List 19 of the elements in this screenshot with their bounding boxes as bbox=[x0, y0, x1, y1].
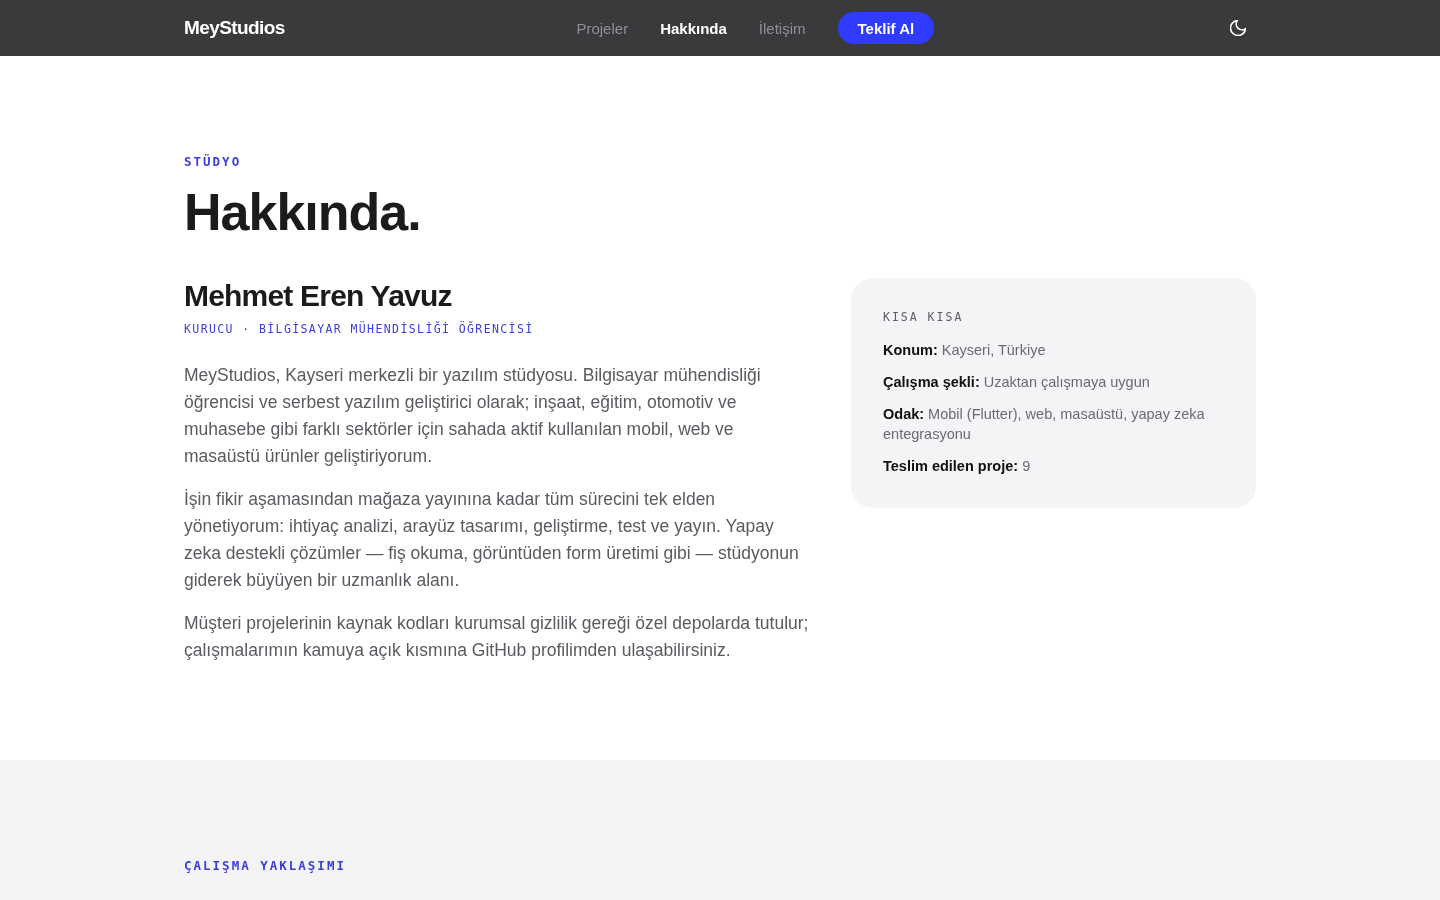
fact-line: Teslim edilen proje: 9 bbox=[883, 458, 1031, 474]
section-eyebrow: ÇALIŞMA YAKLAŞIMI bbox=[184, 857, 347, 875]
about-paragraph: MeyStudios, Kayseri merkezli bir yazılım stüdyosu. Bilgisayar mühendisliği öğrencisi ve serbest yazılım geliştirici olarak; inşaat, eğitim, otomotiv ve muhasebe gibi farklı sektörler için sahada aktif kullanılan mobil, web ve masaüstü ürünler geliştiriyorum. bbox=[184, 364, 762, 468]
fact-line: Odak: Mobil (Flutter), web, masaüstü, yapay zeka entegrasyonu bbox=[883, 406, 1205, 442]
fact-line: Çalışma şekli: Uzaktan çalışmaya uygun bbox=[883, 374, 1150, 390]
nav-link[interactable]: Projeler bbox=[576, 19, 629, 37]
page-title: Hakkında. bbox=[184, 182, 422, 242]
founder-name: Mehmet Eren Yavuz bbox=[184, 278, 453, 314]
moon-icon bbox=[1230, 20, 1246, 36]
logo-link[interactable]: MeyStudios bbox=[184, 17, 285, 39]
about-paragraph: Müşteri projelerinin kaynak kodları kurumsal gizlilik gereği özel depolarda tutulur; çalışmalarımın kamuya açık kısmına GitHub profilimden ulaşabilirsiniz. bbox=[184, 612, 809, 662]
section-eyebrow: STÜDYO bbox=[184, 153, 243, 171]
nav-link[interactable]: Hakkında bbox=[660, 19, 727, 37]
about-paragraph: İşin fikir aşamasından mağaza yayınına kadar tüm sürecini tek elden yönetiyorum: ihtiyaç analizi, arayüz tasarımı, geliştirme, test ve yayın. Yapay zeka destekli çözümler — fiş okuma, görüntüden form üretimi gibi — stüdyonun giderek büyüyen bir uzmanlık alanı. bbox=[184, 488, 800, 592]
fact-line: Konum: Kayseri, Türkiye bbox=[883, 342, 1046, 358]
card-title: KISA KISA bbox=[883, 309, 965, 326]
quote-button[interactable]: Teklif Al bbox=[837, 12, 935, 44]
founder-role: KURUCU · BİLGİSAYAR MÜHENDİSLİĞİ ÖĞRENCİSİ bbox=[184, 320, 535, 338]
nav-link[interactable]: İletişim bbox=[758, 19, 806, 37]
